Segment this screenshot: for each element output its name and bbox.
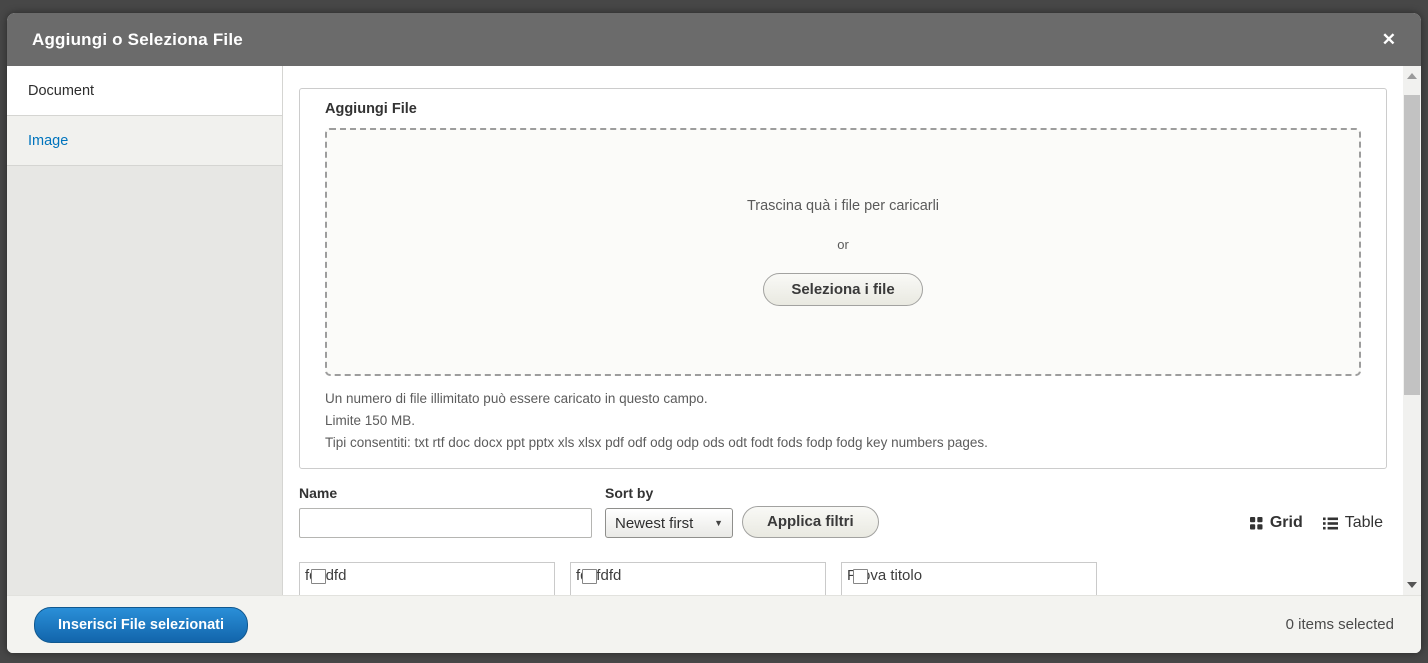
media-item-card[interactable]: fdffdfd xyxy=(299,562,555,595)
chevron-down-icon: ▼ xyxy=(714,518,723,528)
modal-footer: Inserisci File selezionati 0 items selec… xyxy=(7,595,1421,653)
main-content: Aggiungi File Trascina quà i file per ca… xyxy=(283,66,1403,595)
sidebar-item-document[interactable]: Document xyxy=(7,66,282,116)
upload-field-container: Aggiungi File Trascina quà i file per ca… xyxy=(299,88,1387,469)
media-item-checkbox[interactable] xyxy=(853,569,868,584)
media-library-modal: Aggiungi o Seleziona File ✕ Document Ima… xyxy=(7,13,1421,653)
sort-by-selected-value: Newest first xyxy=(615,515,693,532)
media-item-card[interactable]: fdfffdfd xyxy=(570,562,826,595)
name-filter-input[interactable] xyxy=(299,508,592,538)
insert-selected-button[interactable]: Inserisci File selezionati xyxy=(34,607,248,643)
media-type-sidebar: Document Image xyxy=(7,66,283,595)
apply-filters-button[interactable]: Applica filtri xyxy=(742,506,879,538)
select-files-button[interactable]: Seleziona i file xyxy=(763,273,922,306)
dropzone-or-text: or xyxy=(837,237,849,252)
media-item-checkbox[interactable] xyxy=(582,569,597,584)
modal-body: Document Image Aggiungi File Trascina qu… xyxy=(7,66,1421,595)
modal-header: Aggiungi o Seleziona File ✕ xyxy=(7,13,1421,66)
scroll-down-arrow-icon[interactable] xyxy=(1403,577,1421,593)
grid-view-toggle[interactable]: Grid xyxy=(1250,514,1303,532)
media-item-card[interactable]: Prova titolo xyxy=(841,562,1097,595)
sidebar-item-label: Document xyxy=(28,83,94,99)
grid-toggle-label: Grid xyxy=(1270,514,1303,532)
close-icon[interactable]: ✕ xyxy=(1382,31,1396,48)
media-item-checkbox[interactable] xyxy=(311,569,326,584)
name-filter-group: Name xyxy=(299,485,592,538)
modal-title: Aggiungi o Seleziona File xyxy=(32,30,243,50)
help-line-types: Tipi consentiti: txt rtf doc docx ppt pp… xyxy=(325,432,1361,454)
scroll-up-arrow-icon[interactable] xyxy=(1403,68,1421,84)
scrollbar-thumb[interactable] xyxy=(1404,95,1420,395)
dropzone-instruction: Trascina quà i file per caricarli xyxy=(747,198,939,214)
help-line-unlimited: Un numero di file illimitato può essere … xyxy=(325,388,1361,410)
grid-icon xyxy=(1250,517,1263,530)
table-toggle-label: Table xyxy=(1345,514,1383,532)
sidebar-item-label: Image xyxy=(28,133,68,149)
sort-by-select[interactable]: Newest first ▼ xyxy=(605,508,733,538)
file-dropzone[interactable]: Trascina quà i file per caricarli or Sel… xyxy=(325,128,1361,376)
table-list-icon xyxy=(1323,517,1338,530)
sidebar-item-image[interactable]: Image xyxy=(7,116,282,166)
name-filter-label: Name xyxy=(299,485,592,501)
sort-by-label: Sort by xyxy=(605,485,733,501)
selection-status: 0 items selected xyxy=(1286,616,1394,633)
help-line-limit: Limite 150 MB. xyxy=(325,410,1361,432)
upload-field-label: Aggiungi File xyxy=(325,101,1361,117)
upload-help-text: Un numero di file illimitato può essere … xyxy=(325,388,1361,454)
filters-row: Name Sort by Newest first ▼ Applica filt… xyxy=(299,485,1387,538)
table-view-toggle[interactable]: Table xyxy=(1323,514,1383,532)
vertical-scrollbar[interactable] xyxy=(1403,66,1421,595)
media-grid: fdffdfd fdfffdfd Prova titolo xyxy=(299,562,1387,595)
sort-filter-group: Sort by Newest first ▼ xyxy=(605,485,733,538)
view-toggles: Grid Table xyxy=(1250,514,1387,538)
